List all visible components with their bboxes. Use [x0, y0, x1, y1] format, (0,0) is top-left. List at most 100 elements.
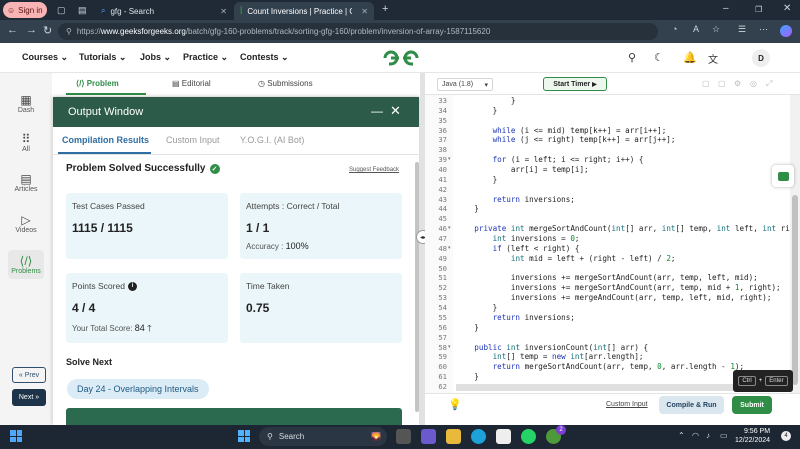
bulb-icon[interactable]: 💡	[448, 398, 462, 411]
horizontal-scrollbar[interactable]	[456, 384, 756, 391]
restore-icon[interactable]: ❐	[755, 5, 762, 14]
edge-icon[interactable]	[471, 429, 486, 444]
tab-compilation-results[interactable]: Compilation Results	[62, 135, 149, 145]
next-problem-link[interactable]: Day 24 - Overlapping Intervals	[67, 379, 209, 399]
code-line[interactable]: inversions += mergeSortAndCount(arr, tem…	[456, 273, 758, 282]
chevron-up-icon[interactable]: ⌃	[678, 431, 685, 440]
store-icon[interactable]	[496, 429, 511, 444]
code-line[interactable]: int[] temp = new int[arr.length];	[456, 352, 644, 361]
code-line[interactable]: inversions += mergeAndCount(arr, temp, l…	[456, 293, 772, 302]
code-line[interactable]: while (i <= mid) temp[k++] = arr[i++];	[456, 126, 667, 135]
fold-icon[interactable]: ▾	[448, 156, 451, 162]
copy-icon[interactable]: ▢	[702, 79, 710, 88]
menu-tutorials[interactable]: Tutorials ⌄	[79, 52, 126, 63]
volume-icon[interactable]: ♪	[706, 431, 710, 440]
tab-gfg-search[interactable]: ⌕ gfg - Search ✕	[95, 2, 233, 20]
tab-submissions[interactable]: ◷ Submissions	[258, 79, 313, 88]
code-line[interactable]: }	[456, 372, 479, 381]
code-line[interactable]: return inversions;	[456, 313, 575, 322]
code-line[interactable]: }	[456, 106, 498, 115]
menu-practice[interactable]: Practice ⌄	[183, 52, 228, 63]
code-line[interactable]: }	[456, 96, 516, 105]
signin-button[interactable]: ☺ Sign in	[3, 2, 47, 18]
search-icon[interactable]: ⚲	[628, 51, 636, 64]
back-icon[interactable]: ←	[7, 24, 18, 36]
code-line[interactable]: }	[456, 175, 498, 184]
start-timer-button[interactable]: Start Timer ▶	[543, 77, 607, 91]
code-line[interactable]: return mergeSortAndCount(arr, temp, 0, a…	[456, 362, 744, 371]
settings-icon[interactable]: ⚙	[734, 79, 741, 88]
notification-count-badge[interactable]: 4	[781, 431, 791, 441]
compile-run-button[interactable]: Compile & Run	[659, 396, 724, 414]
url-field[interactable]: ⚲ https://www.geeksforgeeks.org/batch/gf…	[58, 23, 658, 40]
task-view-icon[interactable]	[396, 429, 411, 444]
taskbar-search[interactable]: ⚲ Search 🌄	[259, 427, 387, 446]
scrollbar[interactable]	[415, 162, 419, 412]
rail-item-problems[interactable]: ⟨/⟩ Problems	[8, 250, 44, 279]
code-line[interactable]: for (i = left; i <= right; i++) {	[456, 155, 644, 164]
menu-contests[interactable]: Contests ⌄	[240, 52, 289, 63]
translate-icon[interactable]: 文	[708, 51, 718, 66]
custom-input-link[interactable]: Custom Input	[606, 401, 648, 408]
minimize-icon[interactable]: –	[723, 3, 729, 14]
tab-search-icon[interactable]: ▤	[78, 5, 87, 16]
code-line[interactable]: while (j <= right) temp[k++] = arr[j++];	[456, 135, 676, 144]
submit-button[interactable]: Submit	[732, 396, 772, 414]
file-explorer-icon[interactable]	[446, 429, 461, 444]
code-line[interactable]: private int mergeSortAndCount(int[] arr,…	[456, 224, 800, 233]
fold-icon[interactable]: ▾	[448, 245, 451, 251]
favorites-bar-icon[interactable]: ☰	[738, 24, 746, 35]
rail-item-dash[interactable]: ▦ Dash	[8, 93, 44, 114]
dark-mode-icon[interactable]: ☾	[654, 51, 664, 64]
code-line[interactable]: int mid = left + (right - left) / 2;	[456, 254, 676, 263]
fold-icon[interactable]: ▾	[448, 344, 451, 350]
code-line[interactable]: }	[456, 323, 479, 332]
prev-button[interactable]: « Prev	[12, 367, 46, 383]
fullscreen-icon[interactable]: ◎	[750, 79, 757, 88]
tab-custom-input[interactable]: Custom Input	[166, 135, 220, 145]
rail-item-videos[interactable]: ▷ Videos	[8, 213, 44, 234]
code-line[interactable]: inversions += mergeSortAndCount(arr, tem…	[456, 283, 781, 292]
close-icon[interactable]: ✕	[361, 7, 368, 16]
language-select[interactable]: Java (1.8) ▾	[437, 78, 493, 91]
favorite-icon[interactable]: ☆	[712, 24, 720, 35]
copilot-icon[interactable]	[780, 25, 792, 37]
tab-count-inversions[interactable]: ꟾ Count Inversions | Practice | Geek ✕	[234, 2, 374, 20]
promo-banner[interactable]	[66, 408, 402, 425]
tab-yogi-ai-bot[interactable]: Y.O.G.I. (AI Bot)	[240, 135, 304, 145]
more-icon[interactable]: ⋯	[759, 24, 768, 35]
expand-icon[interactable]: ⤢	[766, 79, 772, 89]
code-line[interactable]: }	[456, 204, 479, 213]
avatar[interactable]: D	[752, 49, 770, 67]
window-close-icon[interactable]: ✕	[783, 3, 791, 14]
fold-icon[interactable]: ▾	[448, 225, 451, 231]
menu-jobs[interactable]: Jobs ⌄	[140, 52, 171, 63]
next-button[interactable]: Next »	[12, 389, 46, 406]
wifi-icon[interactable]: ◠	[692, 431, 699, 440]
menu-courses[interactable]: Courses ⌄	[22, 52, 68, 63]
rail-item-articles[interactable]: ▤ Articles	[8, 172, 44, 193]
windows-icon[interactable]	[238, 430, 250, 442]
gfg-logo-icon[interactable]	[381, 47, 421, 69]
meet-icon[interactable]	[421, 429, 436, 444]
tab-editorial[interactable]: ▤ Editorial	[172, 79, 211, 88]
close-icon[interactable]: ✕	[220, 7, 227, 16]
forward-icon[interactable]: →	[26, 24, 37, 36]
whatsapp-icon[interactable]	[521, 429, 536, 444]
reset-icon[interactable]: ▢	[718, 79, 726, 88]
tab-problem[interactable]: ⟨/⟩ Problem	[76, 79, 119, 88]
code-line[interactable]: if (left < right) {	[456, 244, 580, 253]
suggest-feedback-link[interactable]: Suggest Feedback	[349, 167, 399, 173]
code-line[interactable]: return inversions;	[456, 195, 575, 204]
info-icon[interactable]: i	[127, 281, 137, 291]
code-line[interactable]: arr[i] = temp[i];	[456, 165, 589, 174]
code-line[interactable]: }	[456, 303, 498, 312]
code-line[interactable]: int inversions = 0;	[456, 234, 580, 243]
chat-float-button[interactable]	[772, 165, 794, 187]
clock[interactable]: 9:56 PM 12/22/2024	[735, 427, 770, 445]
battery-icon[interactable]: ▭	[720, 431, 728, 440]
new-tab-icon[interactable]: +	[382, 3, 388, 15]
minimize-icon[interactable]: —	[371, 104, 383, 118]
tab-actions-icon[interactable]: ▢	[57, 5, 66, 16]
reload-icon[interactable]: ↻	[43, 24, 52, 37]
